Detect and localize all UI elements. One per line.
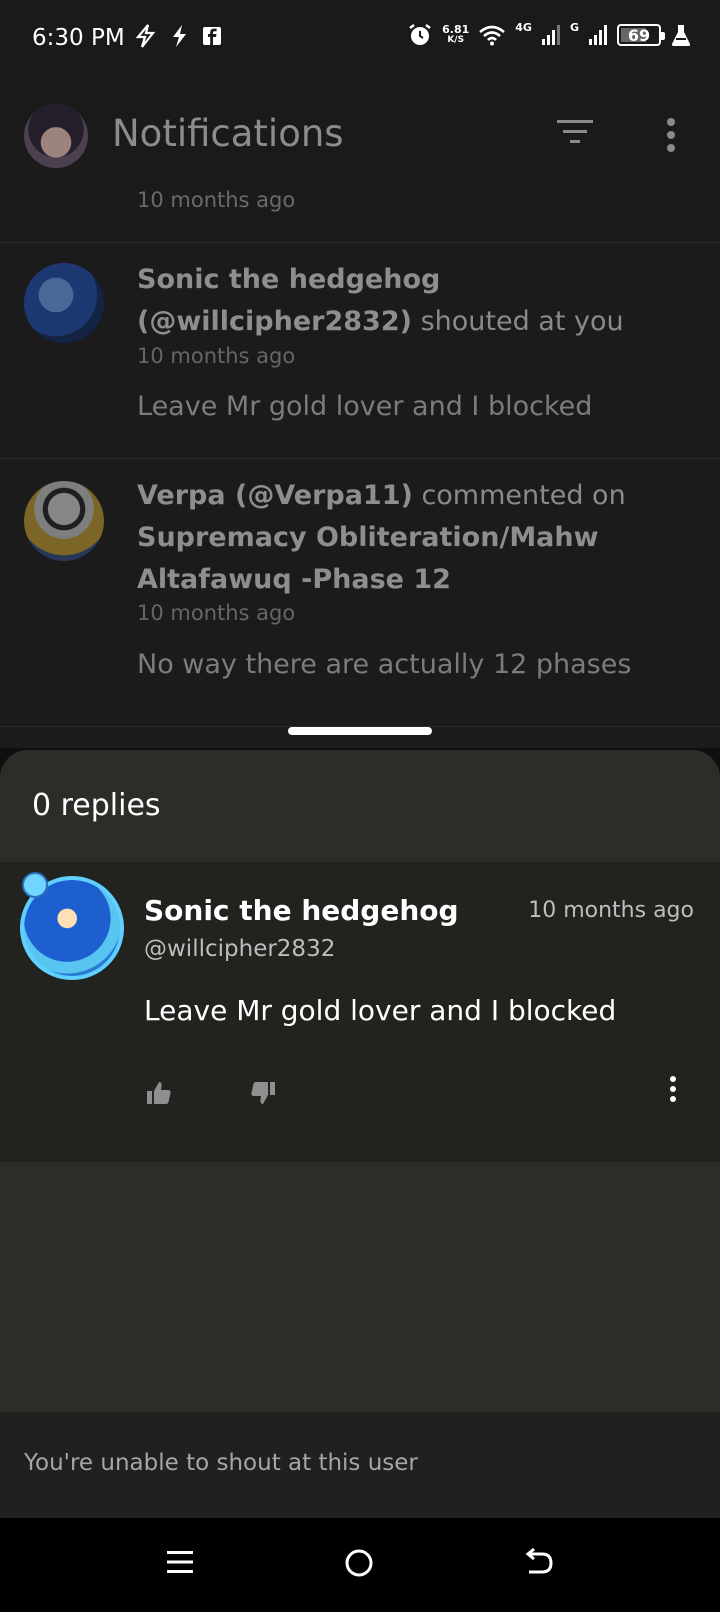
replies-sheet: 0 replies Sonic the hedgehog @willcipher… — [0, 750, 720, 1518]
navigation-bar — [0, 1518, 720, 1612]
signal-icon-2 — [589, 25, 607, 45]
bolt-icon — [135, 24, 156, 48]
battery-level-text: 69 — [627, 25, 651, 45]
sonic-avatar[interactable] — [24, 263, 104, 343]
verpa-avatar[interactable] — [24, 481, 104, 561]
status-left-icons — [134, 24, 222, 48]
shout-disabled-bar: You're unable to shout at this user — [0, 1412, 720, 1518]
notification-author[interactable]: Sonic the hedgehog — [137, 264, 440, 295]
sheet-drag-handle[interactable] — [288, 727, 432, 735]
notification-text: Sonic the hedgehog (@willcipher2832) sho… — [137, 259, 697, 343]
flask-icon — [671, 25, 691, 46]
thumbs-up-icon[interactable] — [146, 1080, 172, 1106]
sheet-header: 0 replies — [0, 750, 720, 862]
network-type-2: G — [569, 20, 579, 34]
status-bar: 6:30 PM 6.81 K/S 4G G 69 — [0, 0, 720, 80]
filter-icon[interactable] — [556, 118, 594, 146]
status-time: 6:30 PM — [32, 25, 125, 51]
shout-disabled-message: You're unable to shout at this user — [24, 1450, 418, 1476]
notification-list: 10 months ago Sonic the hedgehog (@willc… — [0, 188, 720, 748]
wifi-icon — [479, 25, 506, 46]
notification-time: 10 months ago — [137, 344, 296, 368]
back-icon[interactable] — [524, 1548, 554, 1576]
notification-item[interactable]: Sonic the hedgehog (@willcipher2832) sho… — [0, 243, 720, 458]
notification-author[interactable]: Verpa (@Verpa11) — [137, 480, 413, 511]
comment-more-icon[interactable] — [668, 1076, 678, 1102]
profile-avatar[interactable] — [24, 104, 88, 168]
commenter-name[interactable]: Sonic the hedgehog — [144, 894, 459, 927]
notification-preview: Leave Mr gold lover and I blocked — [137, 391, 593, 422]
menu-icon[interactable] — [166, 1548, 194, 1576]
notification-item[interactable]: Verpa (@Verpa11) commented on Supremacy … — [0, 459, 720, 715]
battery-indicator: 69 — [617, 24, 665, 46]
notification-handle[interactable]: (@willcipher2832) — [137, 306, 412, 337]
comment-card: Sonic the hedgehog @willcipher2832 10 mo… — [0, 862, 720, 1162]
notification-time: 10 months ago — [137, 601, 296, 625]
comment-time: 10 months ago — [528, 898, 694, 923]
notification-action: shouted at you — [420, 306, 624, 337]
network-speed-unit: K/S — [447, 35, 465, 45]
thumbs-down-icon[interactable] — [250, 1080, 276, 1106]
network-speed: 6.81 K/S — [442, 24, 469, 46]
network-type-1: 4G — [515, 20, 532, 34]
status-right-icons: 6.81 K/S 4G G 69 — [407, 20, 692, 48]
notification-action: commented on — [421, 480, 626, 511]
notification-time: 10 months ago — [137, 188, 296, 212]
page-title: Notifications — [112, 112, 344, 155]
comment-body: Leave Mr gold lover and I blocked — [144, 994, 617, 1027]
notification-target[interactable]: Supremacy Obliteration/Mahw Altafawuq -P… — [137, 522, 599, 595]
commenter-handle[interactable]: @willcipher2832 — [144, 936, 335, 962]
avatar-badge-icon — [22, 872, 48, 898]
zap-app-icon — [173, 25, 186, 47]
alarm-icon — [409, 24, 431, 45]
notification-text: Verpa (@Verpa11) commented on Supremacy … — [137, 475, 697, 601]
app-bar: Notifications — [0, 80, 720, 188]
notification-preview: No way there are actually 12 phases — [137, 649, 632, 680]
network-speed-value: 6.81 — [442, 23, 470, 36]
replies-count: 0 replies — [32, 788, 161, 823]
facebook-icon — [203, 27, 221, 45]
more-options-icon[interactable] — [664, 118, 678, 152]
signal-icon-1 — [541, 25, 560, 45]
home-icon[interactable] — [344, 1548, 374, 1578]
